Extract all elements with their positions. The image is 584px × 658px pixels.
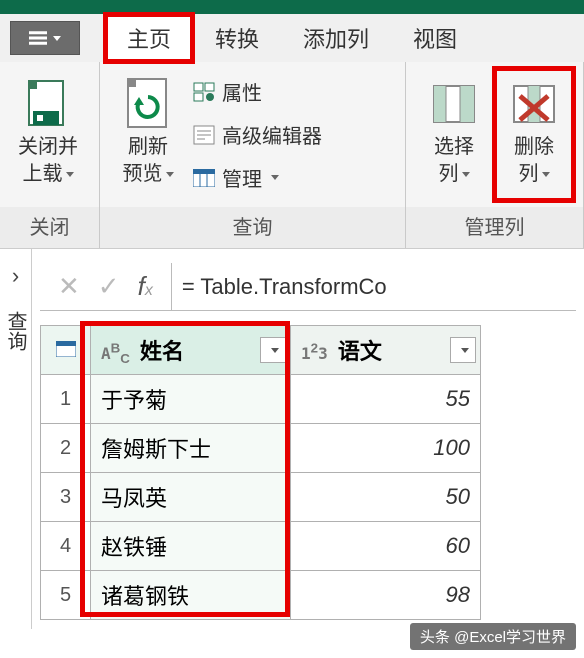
row-index: 4 — [41, 522, 91, 571]
ribbon-group-close: 关闭并上载 关闭 — [0, 62, 100, 248]
tab-bar: 主页 转换 添加列 视图 — [0, 14, 584, 62]
remove-columns-icon — [510, 74, 558, 134]
ribbon-area: 主页 转换 添加列 视图 关闭并上载 — [0, 14, 584, 249]
select-columns-label: 选择列 — [434, 136, 474, 185]
formula-bar: ✕ ✓ fx = Table.TransformCo — [40, 263, 576, 311]
manage-button[interactable]: 管理 — [188, 160, 326, 195]
row-index: 1 — [41, 375, 91, 424]
properties-icon — [192, 82, 216, 102]
close-load-icon — [23, 74, 73, 134]
chevron-down-icon — [66, 172, 74, 177]
select-columns-icon — [430, 74, 478, 134]
cell-score[interactable]: 50 — [291, 473, 481, 522]
group-label-query: 查询 — [100, 207, 405, 248]
data-grid[interactable]: ABC 姓名 123 语文 1于予菊55 2詹姆斯下士100 3马凤英50 4赵… — [40, 325, 481, 620]
formula-bar-buttons: ✕ ✓ fx — [40, 263, 172, 310]
cell-name[interactable]: 詹姆斯下士 — [91, 424, 291, 473]
table-row[interactable]: 5诸葛钢铁98 — [41, 571, 481, 620]
close-load-label: 关闭并上载 — [18, 136, 78, 185]
manage-icon — [192, 168, 216, 188]
expand-icon[interactable]: › — [12, 263, 19, 289]
table-row[interactable]: 2詹姆斯下士100 — [41, 424, 481, 473]
refresh-label: 刷新预览 — [123, 136, 169, 185]
type-number-icon: 123 — [301, 344, 328, 363]
grid-corner[interactable] — [41, 326, 91, 375]
remove-columns-button[interactable]: 删除列 — [494, 68, 574, 201]
refresh-preview-button[interactable]: 刷新预览 — [108, 68, 188, 201]
column-name-label: 姓名 — [140, 339, 184, 364]
row-index: 5 — [41, 571, 91, 620]
cell-name[interactable]: 诸葛钢铁 — [91, 571, 291, 620]
row-index: 2 — [41, 424, 91, 473]
cell-score[interactable]: 60 — [291, 522, 481, 571]
close-load-button[interactable]: 关闭并上载 — [8, 68, 88, 201]
query-small-buttons: 属性 高级编辑器 管理 — [188, 68, 330, 201]
advanced-editor-button[interactable]: 高级编辑器 — [188, 117, 326, 152]
tab-home[interactable]: 主页 — [105, 14, 193, 62]
type-text-icon: ABC — [101, 344, 130, 363]
chevron-down-icon — [271, 175, 279, 180]
cell-name[interactable]: 马凤英 — [91, 473, 291, 522]
cell-score[interactable]: 98 — [291, 571, 481, 620]
select-columns-button[interactable]: 选择列 — [414, 68, 494, 201]
column-score-label: 语文 — [338, 339, 382, 364]
cell-score[interactable]: 55 — [291, 375, 481, 424]
cell-score[interactable]: 100 — [291, 424, 481, 473]
tab-add-column[interactable]: 添加列 — [281, 14, 391, 62]
table-row[interactable]: 1于予菊55 — [41, 375, 481, 424]
column-header-name[interactable]: ABC 姓名 — [91, 326, 291, 375]
chevron-down-icon — [53, 36, 61, 41]
manage-label: 管理 — [222, 163, 262, 192]
watermark: 头条 @Excel学习世界 — [410, 623, 576, 650]
ribbon-group-query: 刷新预览 属性 高级编辑器 — [100, 62, 406, 248]
column-filter-button[interactable] — [260, 337, 286, 363]
cell-name[interactable]: 于予菊 — [91, 375, 291, 424]
remove-columns-label: 删除列 — [514, 136, 554, 185]
file-menu-button[interactable] — [10, 21, 80, 55]
title-bar — [0, 0, 584, 14]
tab-view[interactable]: 视图 — [391, 14, 479, 62]
ribbon: 关闭并上载 关闭 刷新预览 — [0, 62, 584, 248]
cancel-formula-icon[interactable]: ✕ — [58, 271, 80, 302]
fx-icon[interactable]: fx — [138, 271, 153, 302]
queries-pane-collapsed[interactable]: › 查询 — [0, 249, 32, 629]
properties-button[interactable]: 属性 — [188, 74, 326, 109]
formula-input[interactable]: = Table.TransformCo — [172, 266, 576, 308]
table-row[interactable]: 3马凤英50 — [41, 473, 481, 522]
queries-pane-label: 查询 — [1, 311, 30, 351]
group-label-close: 关闭 — [0, 207, 99, 248]
accept-formula-icon[interactable]: ✓ — [98, 271, 120, 302]
advanced-editor-label: 高级编辑器 — [222, 120, 322, 149]
column-header-score[interactable]: 123 语文 — [291, 326, 481, 375]
chevron-down-icon — [462, 172, 470, 177]
row-index: 3 — [41, 473, 91, 522]
chevron-down-icon — [166, 172, 174, 177]
ribbon-group-manage-cols: 选择列 删除列 管理列 — [406, 62, 584, 248]
refresh-icon — [124, 74, 172, 134]
chevron-down-icon — [542, 172, 550, 177]
column-filter-button[interactable] — [450, 337, 476, 363]
properties-label: 属性 — [222, 77, 262, 106]
table-row[interactable]: 4赵铁锤60 — [41, 522, 481, 571]
editor-main: ✕ ✓ fx = Table.TransformCo ABC 姓名 — [32, 249, 584, 629]
advanced-editor-icon — [192, 125, 216, 145]
tab-transform[interactable]: 转换 — [193, 14, 281, 62]
group-label-manage-cols: 管理列 — [406, 207, 583, 248]
cell-name[interactable]: 赵铁锤 — [91, 522, 291, 571]
